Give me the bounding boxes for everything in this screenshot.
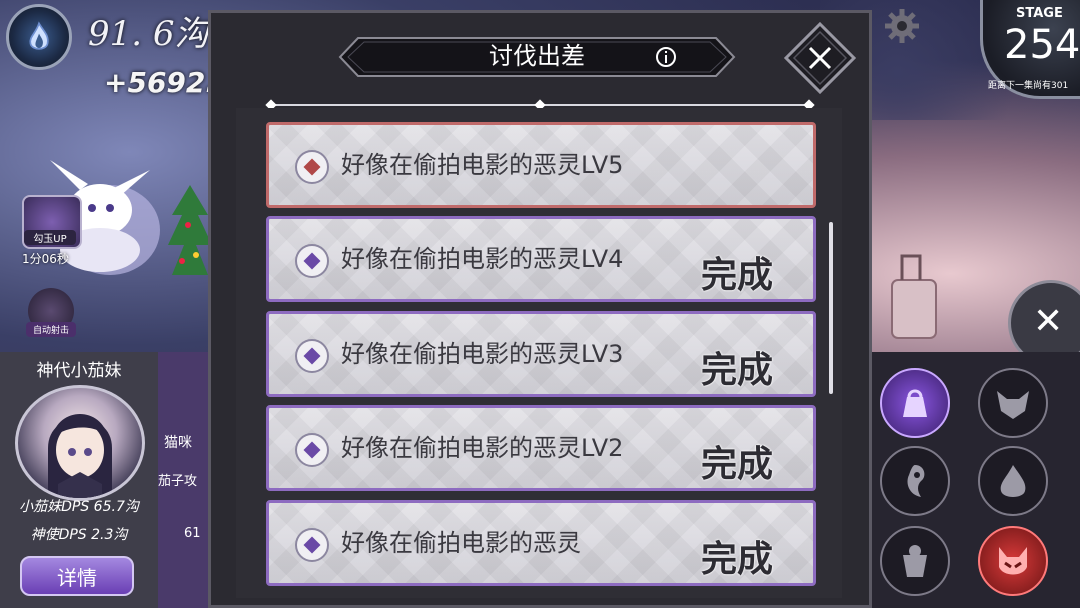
category-demon-button[interactable]: [978, 526, 1048, 596]
fox-icon: [997, 391, 1029, 419]
income-amount: +5692.: [104, 66, 217, 99]
expedition-card[interactable]: 好像在偷拍电影的恶灵LV2 完成: [266, 405, 816, 491]
diamond-icon: [295, 244, 329, 278]
hero-name: 神代小茄妹: [36, 361, 122, 381]
list-scrollbar[interactable]: [829, 222, 833, 394]
category-ghost-button[interactable]: [880, 526, 950, 596]
expedition-card[interactable]: 好像在偷拍电影的恶灵LV5: [266, 122, 816, 208]
bag-icon: [903, 389, 927, 417]
boost-timer: 1分06秒: [22, 252, 69, 266]
autofire-label: 自动射击: [26, 322, 76, 337]
diamond-icon: [295, 528, 329, 562]
expedition-card-label: 好像在偷拍电影的恶灵LV5: [341, 151, 624, 179]
expedition-card-label: 好像在偷拍电影的恶灵LV2: [341, 434, 624, 462]
demon-icon: [999, 547, 1027, 575]
stage-subtitle: 距离下一集尚有301: [988, 81, 1069, 91]
expedition-card-status: 完成: [700, 255, 773, 296]
category-spirit-button[interactable]: [880, 446, 950, 516]
expedition-card-label: 好像在偷拍电影的恶灵LV4: [341, 245, 624, 273]
diamond-icon: [295, 433, 329, 467]
close-icon[interactable]: [784, 22, 856, 94]
stage-label: STAGE: [1016, 6, 1063, 21]
expedition-card-status: 完成: [700, 539, 773, 580]
currency-amount: 91. 6沟: [88, 14, 209, 54]
upgrade-text-1: 猫咪: [164, 435, 192, 451]
expedition-card[interactable]: 好像在偷拍电影的恶灵LV4 完成: [266, 216, 816, 302]
close-icon: ✕: [1033, 301, 1064, 342]
hero-dps: 小茄妹DPS 65.7沟: [19, 499, 139, 515]
expedition-card-status: 完成: [700, 444, 773, 485]
ghost-icon: [903, 545, 927, 577]
category-bag-button[interactable]: [880, 368, 950, 438]
diamond-icon: [295, 150, 329, 184]
info-icon[interactable]: [655, 46, 677, 68]
expedition-card-label: 好像在偷拍电影的恶灵LV3: [341, 340, 624, 368]
hero-avatar[interactable]: [15, 385, 145, 501]
expedition-card[interactable]: 好像在偷拍电影的恶灵LV3 完成: [266, 311, 816, 397]
expedition-card[interactable]: 好像在偷拍电影的恶灵 完成: [266, 500, 816, 586]
expedition-card-label: 好像在偷拍电影的恶灵: [341, 529, 581, 557]
jade-up-label: 勾玉UP: [24, 230, 76, 245]
god-dps: 神使DPS 2.3沟: [30, 527, 128, 543]
flame-orb-icon[interactable]: [6, 4, 72, 70]
upgrade-text-2: 茄子攻: [158, 474, 198, 489]
gear-icon[interactable]: [884, 8, 920, 44]
suitcase-decoration: [891, 254, 937, 339]
drop-icon: [1000, 465, 1026, 497]
category-fox-button[interactable]: [978, 368, 1048, 438]
christmas-tree-decoration: [168, 185, 212, 275]
category-drop-button[interactable]: [978, 446, 1048, 516]
stage-number: 254: [1004, 22, 1080, 68]
spirit-icon: [907, 465, 925, 497]
diamond-icon: [295, 339, 329, 373]
detail-button[interactable]: 详情: [20, 556, 134, 596]
expedition-card-status: 完成: [700, 350, 773, 391]
upgrade-text-3: 61: [184, 526, 201, 541]
